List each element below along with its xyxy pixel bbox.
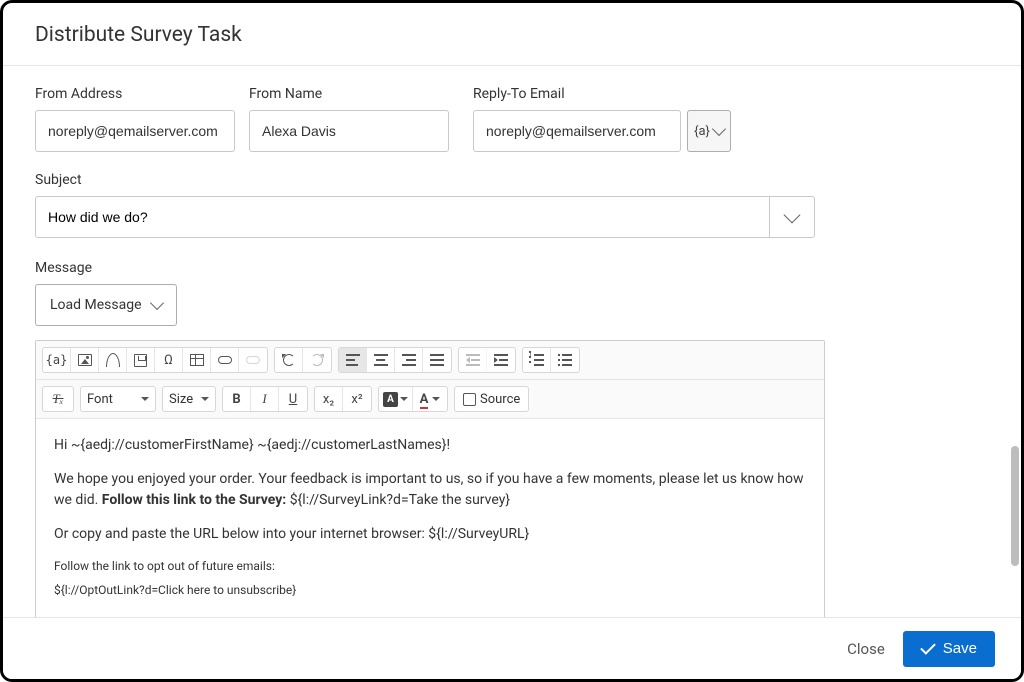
align-right-button[interactable] (395, 348, 423, 372)
from-address-label: From Address (35, 86, 235, 102)
insert-image-button[interactable] (71, 348, 99, 372)
superscript-button[interactable]: x² (343, 387, 371, 411)
load-message-button[interactable]: Load Message (35, 284, 177, 326)
insert-table-button[interactable] (183, 348, 211, 372)
font-select-label: Font (87, 392, 113, 407)
check-icon (920, 639, 936, 655)
outdent-icon (466, 354, 480, 366)
unordered-list-icon (558, 354, 572, 366)
msg-greeting: Hi ~{aedj://customerFirstName} ~{aedj://… (54, 435, 806, 455)
caret-down-icon (141, 397, 149, 401)
link-icon (218, 356, 232, 364)
token-icon: {a} (694, 124, 710, 139)
msg-line2-bold: Follow this link to the Survey: (102, 492, 286, 508)
align-left-icon (346, 354, 360, 366)
editor-toolbar-row-2: Tₓ Font Size (36, 380, 824, 419)
align-justify-icon (430, 354, 444, 366)
bgcolor-button[interactable]: A (379, 387, 413, 411)
ordered-list-icon (530, 354, 544, 366)
msg-line3: Or copy and paste the URL below into you… (54, 524, 806, 544)
outdent-button[interactable] (459, 348, 487, 372)
textcolor-button[interactable]: A (413, 387, 447, 411)
size-select-label: Size (169, 392, 193, 407)
underline-button[interactable]: U (279, 387, 307, 411)
save-button[interactable]: Save (903, 631, 995, 667)
size-select[interactable]: Size (163, 387, 215, 411)
chevron-down-icon (712, 122, 726, 136)
msg-line2: We hope you enjoyed your order. Your fee… (54, 469, 806, 510)
source-button[interactable]: Source (455, 387, 528, 411)
chevron-down-icon (784, 207, 801, 224)
source-icon (463, 393, 476, 406)
from-name-label: From Name (249, 86, 449, 102)
close-button[interactable]: Close (847, 640, 885, 658)
source-label: Source (480, 392, 520, 407)
from-name-input[interactable] (249, 110, 449, 152)
redo-icon (311, 354, 323, 366)
indent-icon (494, 354, 508, 366)
reply-to-token-dropdown[interactable]: {a} (687, 110, 731, 152)
redo-button[interactable] (303, 348, 331, 372)
omega-icon: Ω (164, 353, 173, 368)
insert-special-button[interactable] (99, 348, 127, 372)
bold-button[interactable]: B (223, 387, 251, 411)
textcolor-icon: A (420, 392, 429, 407)
align-center-button[interactable] (367, 348, 395, 372)
undo-button[interactable] (275, 348, 303, 372)
caret-down-icon (400, 397, 408, 401)
subscript-button[interactable]: x₂ (315, 387, 343, 411)
align-right-icon (402, 354, 416, 366)
msg-optout-label: Follow the link to opt out of future ema… (54, 558, 806, 575)
clear-format-icon: Tₓ (53, 391, 64, 407)
reply-to-input[interactable] (473, 110, 681, 152)
modal-frame: Distribute Survey Task From Address From… (0, 0, 1024, 682)
save-template-button[interactable] (127, 348, 155, 372)
insert-token-button[interactable]: {a} (43, 348, 71, 372)
ordered-list-button[interactable] (523, 348, 551, 372)
align-center-icon (374, 354, 388, 366)
superscript-icon: x² (351, 392, 362, 407)
bgcolor-icon: A (383, 392, 398, 407)
editor-content[interactable]: Hi ~{aedj://customerFirstName} ~{aedj://… (36, 419, 824, 623)
richtext-editor: {a} Ω (35, 340, 825, 624)
msg-optout-link: ${l://OptOutLink?d=Click here to unsubsc… (54, 582, 806, 599)
undo-icon (283, 354, 295, 366)
caret-down-icon (201, 397, 209, 401)
subject-label: Subject (35, 172, 989, 188)
align-left-button[interactable] (339, 348, 367, 372)
modal-body: From Address From Name Reply-To Email {a… (3, 66, 1021, 624)
indent-button[interactable] (487, 348, 515, 372)
unlink-button[interactable] (239, 348, 267, 372)
arch-icon (106, 353, 120, 367)
msg-line2-link: ${l://SurveyLink?d=Take the survey} (290, 492, 510, 508)
subscript-icon: x₂ (323, 392, 334, 407)
italic-button[interactable]: I (251, 387, 279, 411)
save-icon (134, 354, 147, 367)
image-icon (78, 354, 92, 366)
clear-formatting-button[interactable]: Tₓ (43, 387, 73, 411)
from-address-input[interactable] (35, 110, 235, 152)
save-label: Save (943, 640, 977, 657)
modal-footer: Close Save (3, 617, 1021, 679)
load-message-label: Load Message (50, 297, 142, 313)
align-justify-button[interactable] (423, 348, 451, 372)
subject-input[interactable] (35, 196, 769, 238)
editor-toolbar-row-1: {a} Ω (36, 341, 824, 380)
scrollbar-thumb[interactable] (1011, 446, 1019, 566)
caret-down-icon (432, 397, 440, 401)
unlink-icon (246, 356, 260, 364)
font-select[interactable]: Font (81, 387, 155, 411)
unordered-list-button[interactable] (551, 348, 579, 372)
reply-to-label: Reply-To Email (473, 86, 731, 102)
insert-link-button[interactable] (211, 348, 239, 372)
chevron-down-icon (149, 296, 163, 310)
insert-omega-button[interactable]: Ω (155, 348, 183, 372)
message-label: Message (35, 260, 989, 276)
subject-dropdown-button[interactable] (769, 196, 815, 238)
modal-title: Distribute Survey Task (3, 3, 1021, 65)
table-icon (190, 354, 204, 366)
